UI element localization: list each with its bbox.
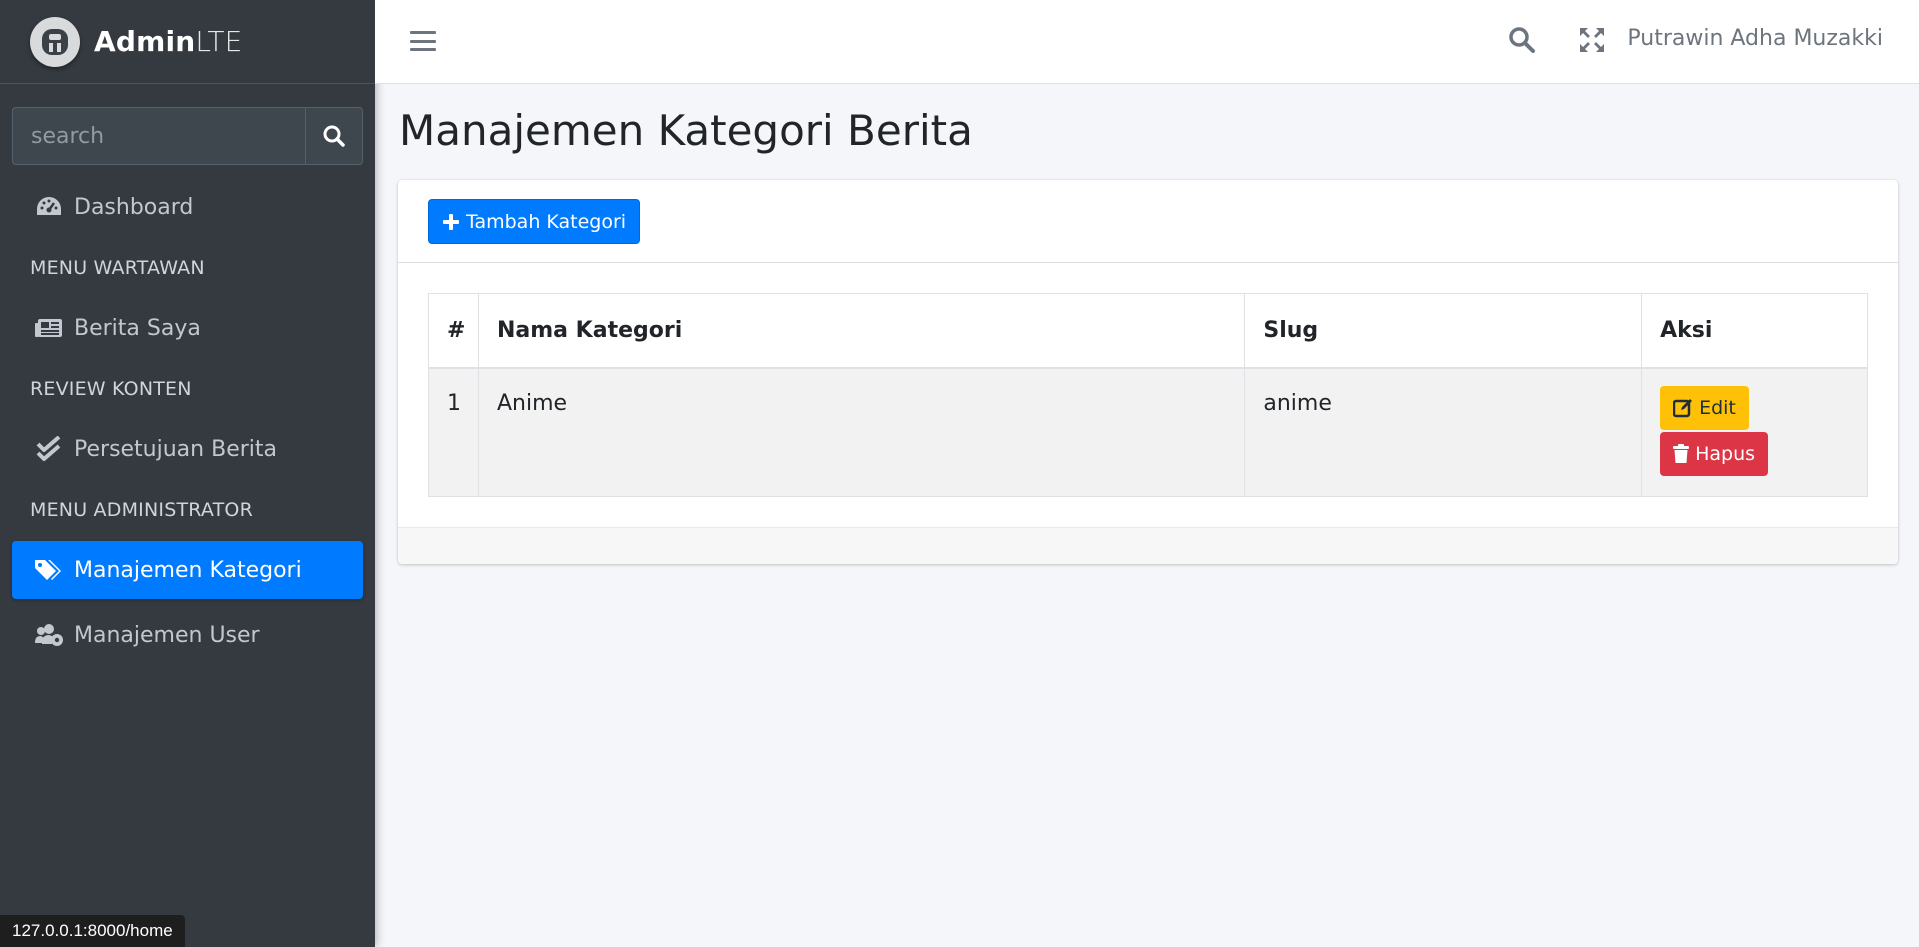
sidebar-item-label: Persetujuan Berita (74, 436, 277, 462)
column-header-aksi: Aksi (1641, 293, 1868, 369)
edit-icon (1673, 398, 1693, 417)
tambah-kategori-button[interactable]: Tambah Kategori (428, 199, 641, 244)
cell-number: 1 (428, 367, 479, 497)
kategori-table: # Nama Kategori Slug Aksi 1 Anime anime … (428, 293, 1868, 497)
card-footer (398, 527, 1898, 564)
top-navbar: Putrawin Adha Muzakki (375, 0, 1919, 84)
trash-icon (1673, 443, 1690, 463)
sidebar-item-dashboard[interactable]: Dashboard (12, 178, 363, 236)
brand-text: AdminLTE (94, 25, 243, 58)
check-double-icon (34, 436, 64, 462)
table-header-row: # Nama Kategori Slug Aksi (428, 293, 1868, 369)
nav-header-wartawan: MENU WARTAWAN (30, 257, 205, 279)
page-title: Manajemen Kategori Berita (399, 106, 973, 155)
column-header-nama: Nama Kategori (477, 293, 1246, 369)
sidebar-item-label: Manajemen Kategori (74, 557, 302, 583)
tambah-kategori-label: Tambah Kategori (466, 210, 627, 233)
search-icon (323, 125, 345, 147)
browser-status-url: 127.0.0.1:8000/home (0, 915, 185, 947)
sidebar-search-button[interactable] (305, 107, 363, 165)
plus-icon (443, 213, 459, 230)
sidebar-search-input[interactable] (12, 107, 305, 165)
main-sidebar: AdminLTE Dashboard MENU WARTAWAN Berita … (0, 0, 375, 947)
sidebar-item-label: Dashboard (74, 194, 194, 220)
hapus-label: Hapus (1695, 442, 1756, 465)
cell-aksi: Edit Hapus (1641, 367, 1868, 497)
column-header-slug: Slug (1244, 293, 1643, 369)
cell-nama-kategori: Anime (477, 367, 1246, 497)
sidebar-search (12, 107, 363, 165)
adminlte-logo-icon (30, 16, 80, 67)
card-header: Tambah Kategori (398, 180, 1898, 263)
edit-button[interactable]: Edit (1660, 385, 1749, 430)
kategori-card: Tambah Kategori # Nama Kategori Slug Aks… (398, 180, 1898, 564)
tachometer-icon (34, 194, 64, 220)
brand-link[interactable]: AdminLTE (0, 0, 375, 84)
nav-header-review: REVIEW KONTEN (30, 378, 192, 400)
fullscreen-icon[interactable] (1578, 26, 1606, 58)
navbar-search-icon[interactable] (1508, 26, 1536, 58)
tags-icon (34, 557, 64, 583)
user-name[interactable]: Putrawin Adha Muzakki (1627, 26, 1883, 51)
table-row: 1 Anime anime Edit Hapus (428, 367, 1868, 497)
users-cog-icon (34, 622, 64, 648)
cell-slug: anime (1244, 367, 1643, 497)
nav-header-administrator: MENU ADMINISTRATOR (30, 499, 253, 521)
hapus-button[interactable]: Hapus (1660, 431, 1769, 476)
sidebar-item-label: Manajemen User (74, 622, 260, 648)
sidebar-item-label: Berita Saya (74, 315, 201, 341)
edit-label: Edit (1699, 396, 1736, 419)
column-header-number: # (428, 293, 479, 369)
sidebar-item-berita-saya[interactable]: Berita Saya (12, 299, 363, 357)
sidebar-item-manajemen-user[interactable]: Manajemen User (12, 606, 363, 664)
menu-toggle-icon[interactable] (410, 28, 436, 54)
sidebar-item-persetujuan-berita[interactable]: Persetujuan Berita (12, 420, 363, 478)
newspaper-icon (34, 315, 64, 341)
sidebar-item-manajemen-kategori[interactable]: Manajemen Kategori (12, 541, 363, 599)
